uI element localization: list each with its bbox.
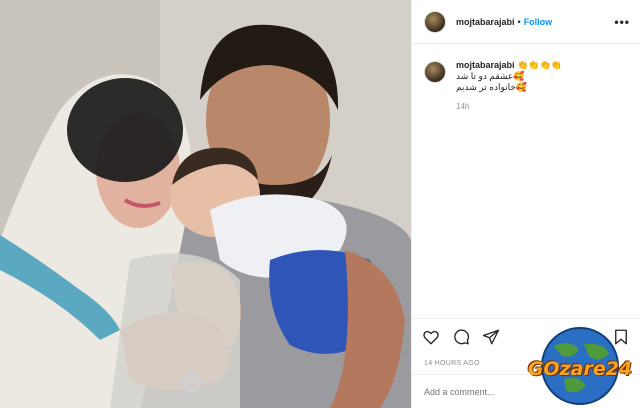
comment-input[interactable] [424,386,524,397]
follow-button[interactable]: Follow [524,17,553,27]
caption-avatar[interactable] [424,61,446,83]
caption-emoji-line: 👏👏👏👏 [517,60,562,70]
watermark-brand: GOzare24 [527,358,633,380]
caption-line-2: 🥰خانواده تر شدیم [456,82,528,92]
caption-line-1: 🥰عشقم دو تا شد [456,71,525,81]
comment-icon[interactable] [452,328,470,346]
post-photo[interactable] [0,0,411,408]
more-options-icon[interactable]: ••• [614,15,630,29]
avatar[interactable] [424,10,446,33]
photo-illustration [0,0,411,408]
send-icon[interactable] [482,328,500,346]
author-username[interactable]: mojtabarajabi [456,17,515,27]
watermark-logo: GOzare24 [524,324,636,406]
post-header: mojtabarajabi • Follow ••• [412,0,640,44]
caption-comment: mojtabarajabi 👏👏👏👏 🥰عشقم دو تا شد 🥰خانوا… [424,60,628,93]
caption-body: mojtabarajabi 👏👏👏👏 🥰عشقم دو تا شد 🥰خانوا… [456,60,562,93]
instagram-post: mojtabarajabi • Follow ••• mojtabarajabi… [0,0,640,408]
comments-section: mojtabarajabi 👏👏👏👏 🥰عشقم دو تا شد 🥰خانوا… [412,44,640,318]
separator-dot: • [517,16,521,27]
caption-username[interactable]: mojtabarajabi [456,60,515,70]
caption-age: 14h [456,102,470,111]
heart-icon[interactable] [422,328,440,346]
